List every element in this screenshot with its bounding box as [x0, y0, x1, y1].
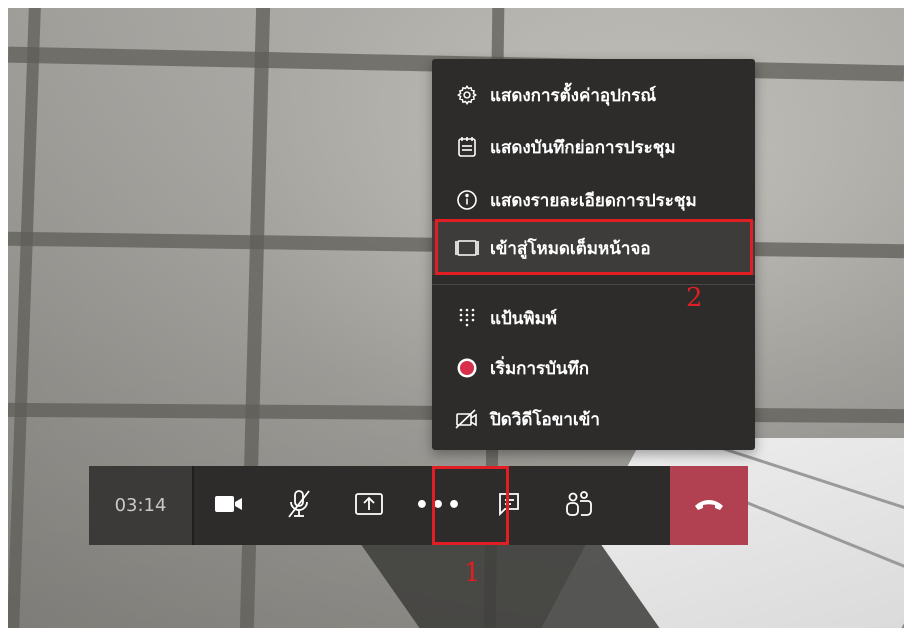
menu-item-label: แสดงรายละเอียดการประชุม [490, 190, 697, 211]
people-icon [564, 490, 594, 522]
hang-up-button[interactable] [670, 466, 748, 545]
menu-item-dialpad[interactable]: แป้นพิมพ์ [432, 291, 755, 345]
menu-item-turn-off-incoming-video[interactable]: ปิดวิดีโอขาเข้า [432, 392, 755, 446]
menu-divider [432, 284, 755, 285]
highlight-box-more-actions [432, 466, 509, 545]
menu-item-device-settings[interactable]: แสดงการตั้งค่าอุปกรณ์ [432, 68, 755, 122]
annotation-number-2: 2 [686, 283, 703, 313]
tile-grout [8, 8, 42, 628]
menu-item-label: แป้นพิมพ์ [490, 308, 557, 329]
share-screen-icon [354, 491, 384, 521]
record-icon [454, 357, 480, 379]
menu-item-label: เริ่มการบันทึก [490, 358, 590, 379]
annotation-number-1: 1 [464, 558, 481, 588]
microphone-off-icon [285, 489, 313, 523]
phone-hangup-icon [693, 496, 725, 516]
call-controls-bar: 03:14 ••• [89, 466, 748, 545]
gear-icon [454, 84, 480, 106]
video-off-icon [454, 409, 480, 429]
info-icon [454, 189, 480, 211]
menu-item-label: ปิดวิดีโอขาเข้า [490, 409, 600, 430]
participants-button[interactable] [544, 466, 614, 545]
share-button[interactable] [334, 466, 404, 545]
camera-button[interactable] [194, 466, 264, 545]
menu-item-start-recording[interactable]: เริ่มการบันทึก [432, 341, 755, 395]
menu-item-meeting-notes[interactable]: แสดงบันทึกย่อการประชุม [432, 120, 755, 174]
dialpad-icon [454, 307, 480, 329]
call-timer: 03:14 [89, 466, 194, 545]
mute-button[interactable] [264, 466, 334, 545]
menu-item-label: แสดงบันทึกย่อการประชุม [490, 137, 676, 158]
notes-icon [454, 136, 480, 158]
menu-item-label: แสดงการตั้งค่าอุปกรณ์ [490, 85, 657, 106]
highlight-box-fullscreen [435, 219, 753, 275]
video-camera-icon [214, 494, 244, 518]
